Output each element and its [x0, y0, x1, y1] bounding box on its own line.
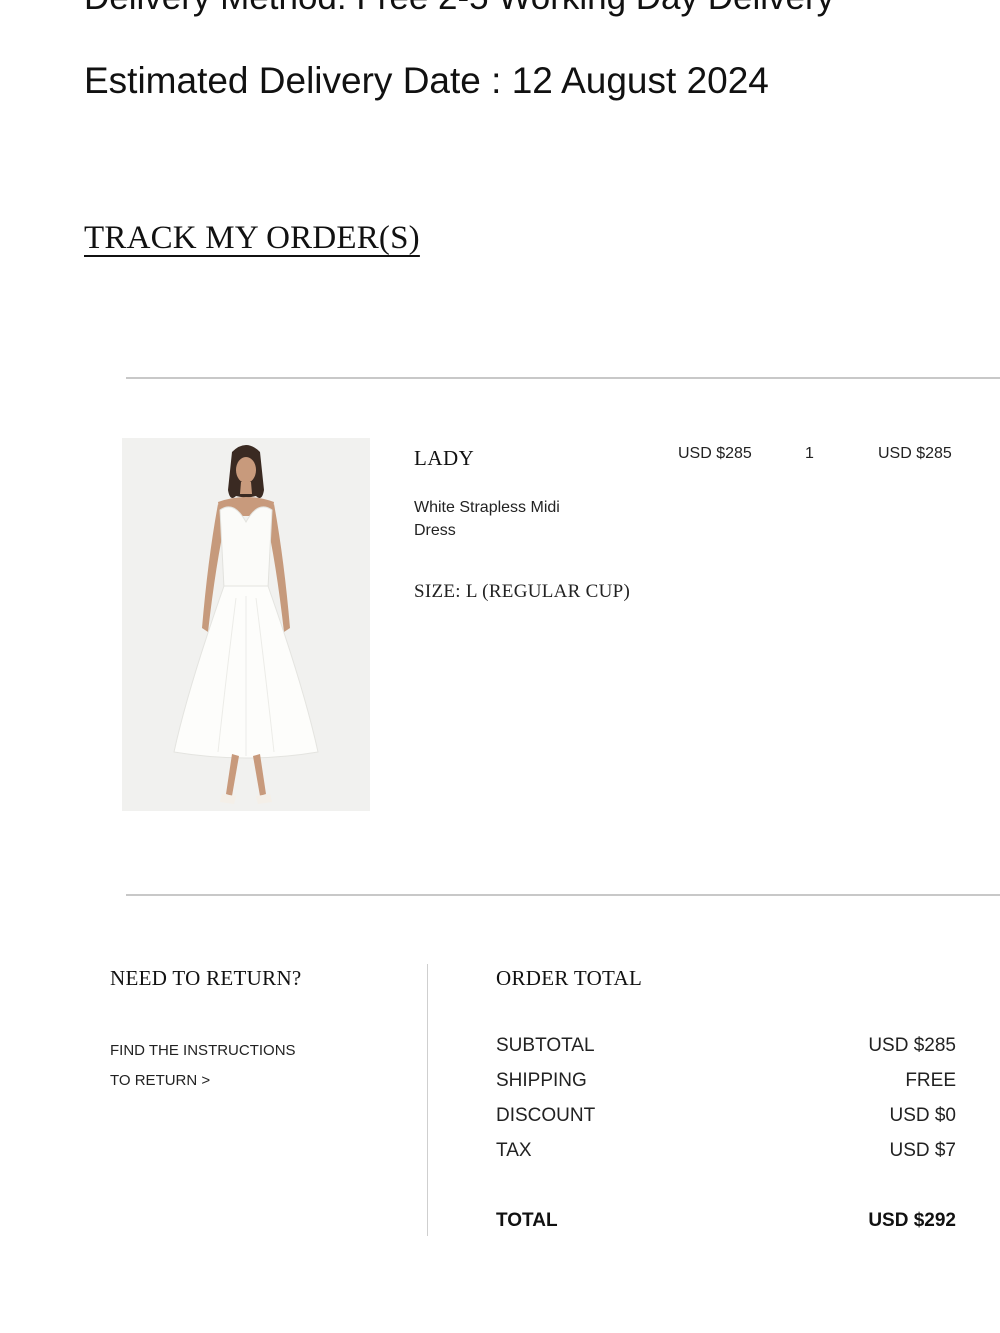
return-heading: NEED TO RETURN?	[110, 966, 302, 990]
shipping-label: SHIPPING	[496, 1070, 587, 1091]
product-description-line1: White Strapless Midi	[414, 499, 560, 516]
return-link-line1: FIND THE INSTRUCTIONS	[110, 1042, 296, 1059]
dress-model-illustration	[122, 438, 370, 811]
total-label: TOTAL	[496, 1210, 558, 1231]
item-divider-bottom	[126, 894, 1000, 896]
unit-price: USD $285	[678, 445, 752, 462]
product-description: White Strapless Midi Dress	[414, 496, 584, 542]
tax-label: TAX	[496, 1140, 532, 1161]
product-description-line2: Dress	[414, 522, 456, 539]
column-divider	[427, 964, 428, 1236]
subtotal-value: USD $285	[868, 1035, 956, 1056]
line-total: USD $285	[878, 445, 952, 462]
item-divider-top	[126, 377, 1000, 379]
subtotal-label: SUBTOTAL	[496, 1035, 595, 1056]
track-my-orders-link[interactable]: TRACK MY ORDER(S)	[84, 220, 420, 257]
total-value: USD $292	[868, 1210, 956, 1231]
product-size: SIZE: L (REGULAR CUP)	[414, 581, 631, 602]
return-link-line2: TO RETURN >	[110, 1072, 211, 1089]
discount-label: DISCOUNT	[496, 1105, 596, 1126]
estimated-delivery-date: Estimated Delivery Date : 12 August 2024	[84, 60, 769, 101]
return-instructions-link[interactable]: FIND THE INSTRUCTIONS TO RETURN >	[110, 1036, 296, 1096]
product-name: LADY	[414, 446, 475, 470]
shipping-value: FREE	[905, 1070, 956, 1091]
tax-value: USD $7	[889, 1140, 956, 1161]
order-total-heading: ORDER TOTAL	[496, 966, 643, 990]
item-quantity: 1	[805, 445, 814, 462]
discount-value: USD $0	[889, 1105, 956, 1126]
product-image	[122, 438, 370, 811]
delivery-method-line: Delivery Method: Free 2-5 Working Day De…	[84, 0, 834, 18]
